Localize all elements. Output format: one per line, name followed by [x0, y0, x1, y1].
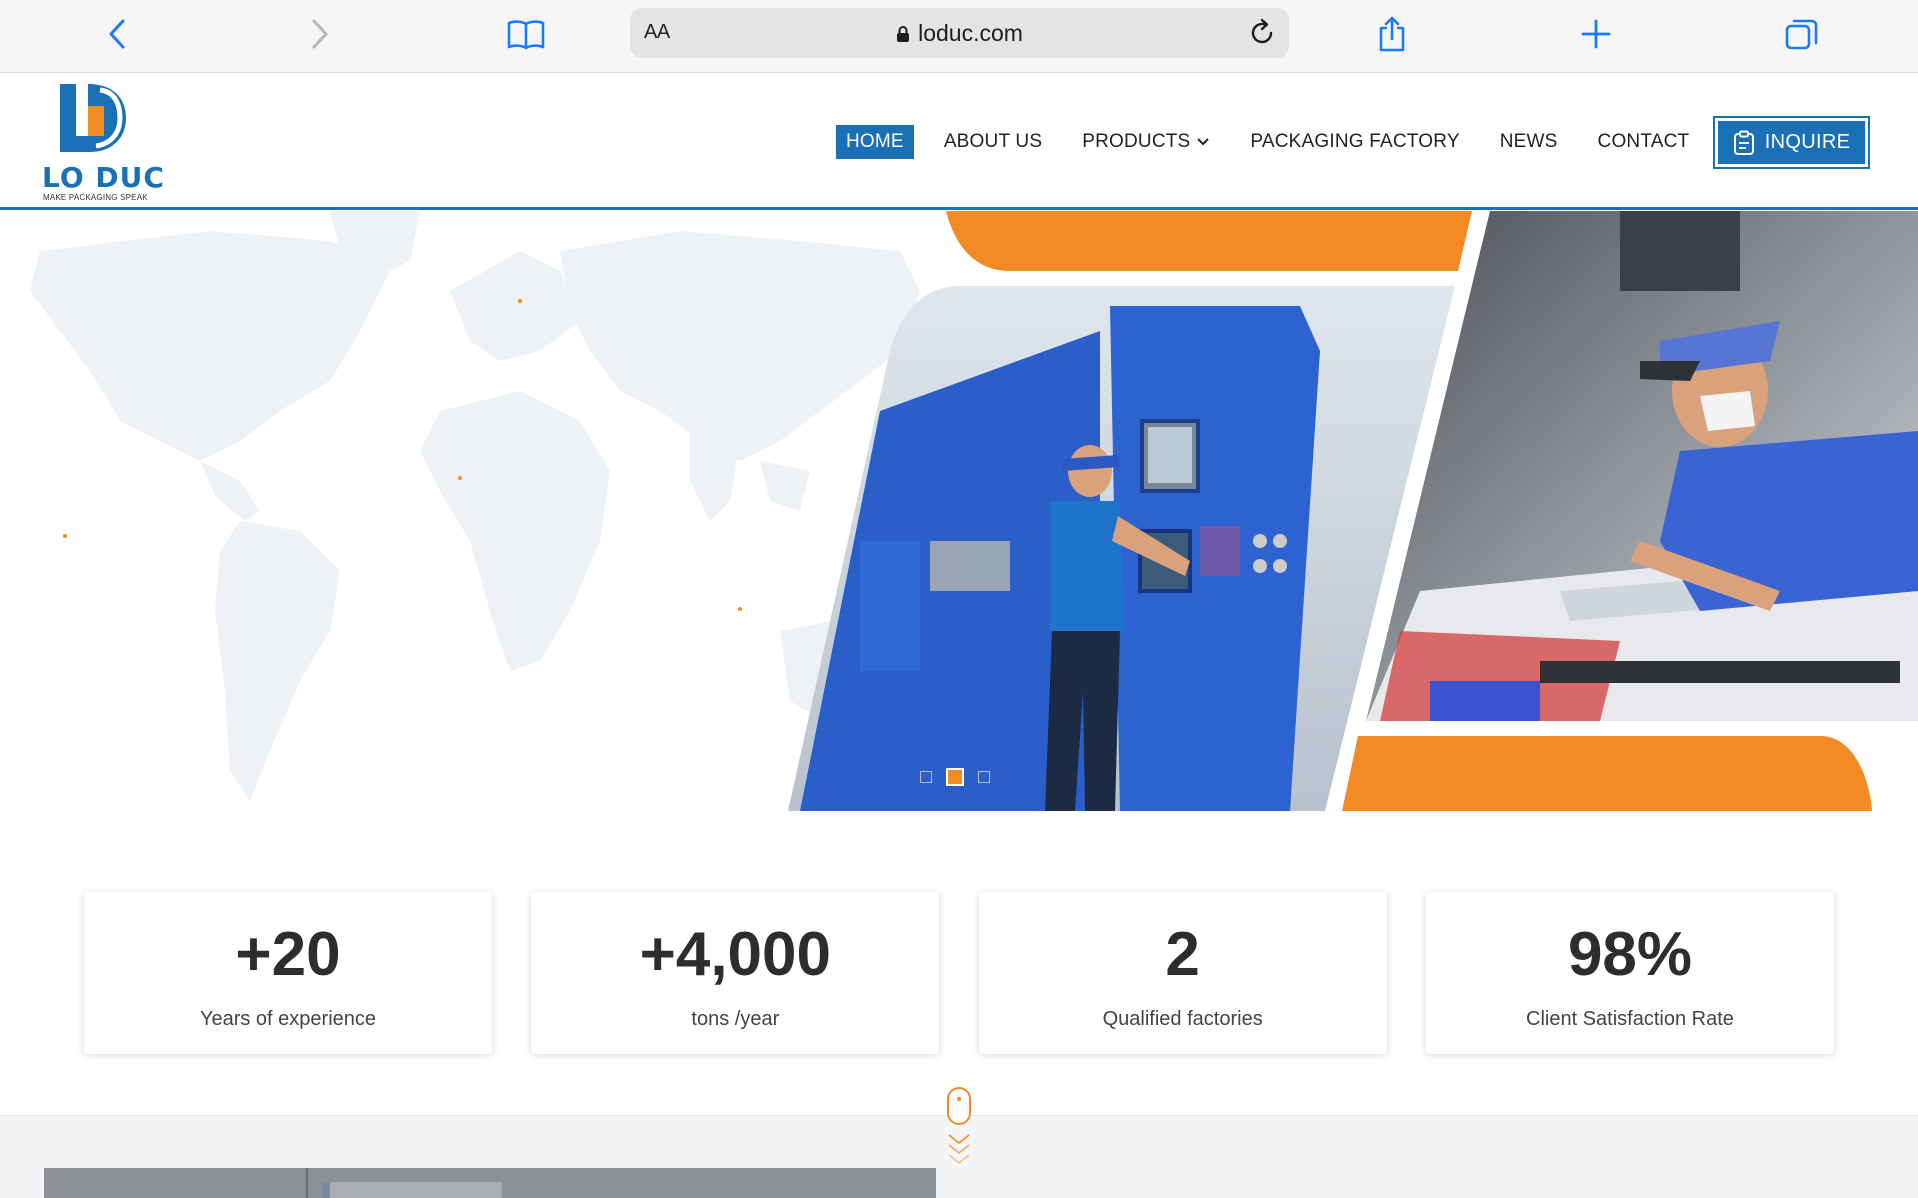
nav-contact-label: CONTACT [1597, 131, 1690, 152]
share-icon[interactable] [1372, 14, 1412, 54]
slider-dot-2[interactable] [946, 768, 964, 786]
stat-card: 2 Qualified factories [978, 892, 1387, 1054]
nav-item-packaging-factory[interactable]: PACKAGING FACTORY [1240, 125, 1469, 159]
nav-item-home[interactable]: HOME [836, 125, 914, 159]
nav-item-contact[interactable]: CONTACT [1588, 125, 1700, 159]
hero-factory-images [788, 211, 1918, 811]
stat-value: +4,000 [639, 919, 831, 989]
address-bar[interactable]: AA loduc.com [630, 8, 1289, 58]
reload-icon[interactable] [1247, 18, 1277, 48]
main-nav: HOME ABOUT US PRODUCTS PACKAGING FACTORY… [836, 125, 1719, 159]
logo-tagline: MAKE PACKAGING SPEAK [43, 193, 148, 202]
stat-label: Client Satisfaction Rate [1526, 1007, 1734, 1030]
lock-icon [897, 25, 910, 42]
hero-slider [0, 211, 1918, 811]
stats-section: +20 Years of experience +4,000 tons /yea… [84, 892, 1834, 1054]
nav-factory-label: PACKAGING FACTORY [1250, 131, 1460, 152]
inquire-button[interactable]: INQUIRE [1713, 116, 1870, 169]
stat-value: 98% [1567, 919, 1693, 989]
stat-label: tons /year [691, 1007, 780, 1030]
inquire-label: INQUIRE [1764, 131, 1851, 153]
slider-dot-1[interactable] [920, 771, 932, 783]
tabs-overview-icon[interactable] [1782, 14, 1822, 54]
stat-label: Qualified factories [1102, 1007, 1263, 1030]
slider-dots [920, 768, 990, 786]
browser-toolbar: AA loduc.com [0, 0, 1918, 73]
section-image [44, 1168, 936, 1198]
logo-name: LO DUC [42, 161, 165, 194]
new-tab-icon[interactable] [1576, 14, 1616, 54]
url-text: loduc.com [918, 20, 1023, 46]
nav-item-news[interactable]: NEWS [1490, 125, 1568, 159]
stat-value: +20 [235, 919, 341, 989]
bookmarks-icon[interactable] [506, 14, 546, 54]
back-icon[interactable] [97, 14, 137, 54]
site-header: LO DUC MAKE PACKAGING SPEAK HOME ABOUT U… [0, 74, 1918, 210]
chevron-down-icon [1197, 138, 1210, 146]
clipboard-icon [1733, 130, 1754, 155]
nav-products-label: PRODUCTS [1082, 131, 1191, 152]
stat-card: 98% Client Satisfaction Rate [1425, 892, 1834, 1054]
nav-item-products[interactable]: PRODUCTS [1072, 125, 1220, 159]
stat-label: Years of experience [199, 1007, 377, 1030]
forward-icon[interactable] [300, 14, 340, 54]
nav-news-label: NEWS [1499, 131, 1558, 152]
nav-about-label: ABOUT US [943, 131, 1043, 152]
scroll-down-icon[interactable] [945, 1087, 973, 1171]
nav-item-about-us[interactable]: ABOUT US [934, 125, 1052, 159]
nav-home-label: HOME [846, 131, 904, 152]
stat-card: +4,000 tons /year [531, 892, 940, 1054]
slider-dot-3[interactable] [978, 771, 990, 783]
stat-value: 2 [1165, 919, 1200, 989]
stat-card: +20 Years of experience [84, 892, 492, 1054]
